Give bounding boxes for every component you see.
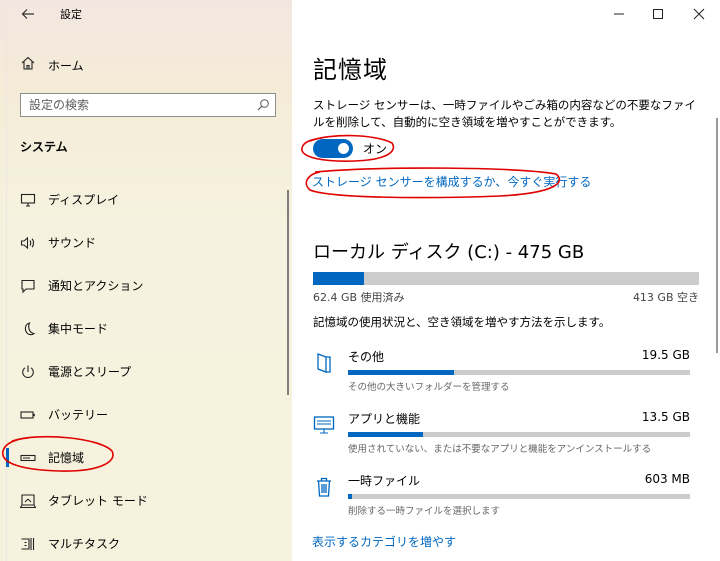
- category-other[interactable]: その他 19.5 GB その他の大きいフォルダーを管理する: [313, 348, 699, 398]
- category-usage-bar: [348, 370, 690, 375]
- category-usage-fill: [348, 432, 424, 437]
- home-nav-item[interactable]: ホーム: [20, 55, 84, 75]
- folder-other-icon: [313, 352, 335, 374]
- home-icon: [20, 55, 36, 75]
- sidebar-item-display[interactable]: ディスプレイ: [0, 178, 292, 221]
- category-size: 603 MB: [644, 472, 690, 486]
- search-input[interactable]: [21, 94, 241, 116]
- category-name: アプリと機能: [348, 412, 421, 426]
- sidebar-item-label: マルチタスク: [48, 537, 121, 551]
- category-subtitle: 削除する一時ファイルを選択します: [348, 506, 501, 517]
- tablet-mode-icon: [20, 493, 36, 509]
- sidebar-item-label: サウンド: [48, 236, 97, 250]
- toggle-state-label: オン: [363, 142, 388, 156]
- sidebar-item-label: タブレット モード: [48, 494, 148, 508]
- storage-icon: [20, 450, 36, 466]
- notification-icon: [20, 278, 36, 294]
- sidebar-scrollbar[interactable]: [287, 190, 289, 395]
- monitor-icon: [20, 192, 36, 208]
- category-subtitle: 使用されていない、または不要なアプリと機能をアンインストールする: [348, 444, 652, 455]
- category-usage-bar: [348, 432, 690, 437]
- settings-search-box[interactable]: [20, 93, 276, 117]
- sidebar-item-label: 記憶域: [48, 451, 85, 465]
- app-title: 設定: [60, 8, 82, 21]
- sidebar-item-label: バッテリー: [48, 408, 109, 422]
- sidebar-item-label: 電源とスリープ: [48, 365, 132, 379]
- title-bar: 設定: [18, 4, 82, 24]
- storage-sense-description: ストレージ センサーは、一時ファイルやごみ箱の内容などの不要なファイルを削除して…: [313, 98, 696, 129]
- category-apps-features[interactable]: アプリと機能 13.5 GB 使用されていない、または不要なアプリと機能をアンイ…: [313, 410, 699, 460]
- apps-features-icon: [313, 414, 335, 436]
- sidebar-item-label: 通知とアクション: [48, 279, 144, 293]
- category-name: その他: [348, 350, 385, 364]
- battery-icon: [20, 407, 36, 423]
- disk-usage-bar: [313, 272, 699, 285]
- category-subtitle: その他の大きいフォルダーを管理する: [348, 382, 510, 393]
- main-scrollbar[interactable]: [716, 118, 718, 353]
- maximize-icon[interactable]: [648, 5, 668, 23]
- home-label: ホーム: [48, 58, 84, 73]
- category-usage-fill: [348, 370, 455, 375]
- page-title: 記憶域: [313, 56, 388, 84]
- moon-icon: [20, 321, 36, 337]
- sidebar-item-label: ディスプレイ: [48, 193, 120, 207]
- sidebar-item-label: 集中モード: [48, 322, 109, 336]
- close-icon[interactable]: [689, 5, 709, 23]
- active-indicator: [6, 448, 9, 467]
- sidebar-item-sound[interactable]: サウンド: [0, 221, 292, 264]
- multitasking-icon: [20, 536, 36, 552]
- category-usage-fill: [348, 494, 353, 499]
- settings-window: 設定 ホーム システム ディスプレイ: [0, 0, 720, 561]
- minimize-icon[interactable]: [609, 5, 629, 23]
- speaker-icon: [20, 235, 36, 251]
- section-title: システム: [20, 140, 68, 154]
- configure-storage-sense-link[interactable]: ストレージ センサーを構成するか、今すぐ実行する: [312, 173, 591, 190]
- sidebar-item-tablet-mode[interactable]: タブレット モード: [0, 479, 292, 522]
- trash-icon: [313, 476, 335, 498]
- sidebar: 設定 ホーム システム ディスプレイ: [0, 0, 292, 561]
- sidebar-item-multitasking[interactable]: マルチタスク: [0, 522, 292, 561]
- system-nav-list: ディスプレイ サウンド 通知とアクション 集中モード 電源とスリープ バッテリー…: [0, 178, 292, 561]
- sidebar-item-power-sleep[interactable]: 電源とスリープ: [0, 350, 292, 393]
- category-temp-files[interactable]: 一時ファイル 603 MB 削除する一時ファイルを選択します: [313, 472, 699, 522]
- disk-free-label: 413 GB 空き: [632, 291, 699, 304]
- category-size: 19.5 GB: [641, 348, 690, 362]
- show-more-categories-link[interactable]: 表示するカテゴリを増やす: [312, 533, 456, 550]
- category-size: 13.5 GB: [641, 410, 690, 424]
- disk-title: ローカル ディスク (C:) - 475 GB: [313, 242, 585, 263]
- storage-sense-toggle[interactable]: [313, 139, 353, 158]
- back-arrow-icon[interactable]: [18, 4, 38, 24]
- usage-description: 記憶域の使用状況と、空き領域を増やす方法を示します。: [313, 315, 611, 329]
- disk-used-label: 62.4 GB 使用済み: [313, 291, 405, 304]
- sidebar-item-focus-assist[interactable]: 集中モード: [0, 307, 292, 350]
- main-content: 記憶域 ストレージ センサーは、一時ファイルやごみ箱の内容などの不要なファイルを…: [292, 0, 720, 561]
- sidebar-item-battery[interactable]: バッテリー: [0, 393, 292, 436]
- sidebar-item-notifications[interactable]: 通知とアクション: [0, 264, 292, 307]
- toggle-knob: [338, 143, 349, 154]
- sidebar-item-storage[interactable]: 記憶域: [0, 436, 292, 479]
- disk-usage-fill: [313, 272, 364, 285]
- category-name: 一時ファイル: [348, 474, 421, 488]
- power-icon: [20, 364, 36, 380]
- search-icon[interactable]: [255, 97, 271, 113]
- category-usage-bar: [348, 494, 690, 499]
